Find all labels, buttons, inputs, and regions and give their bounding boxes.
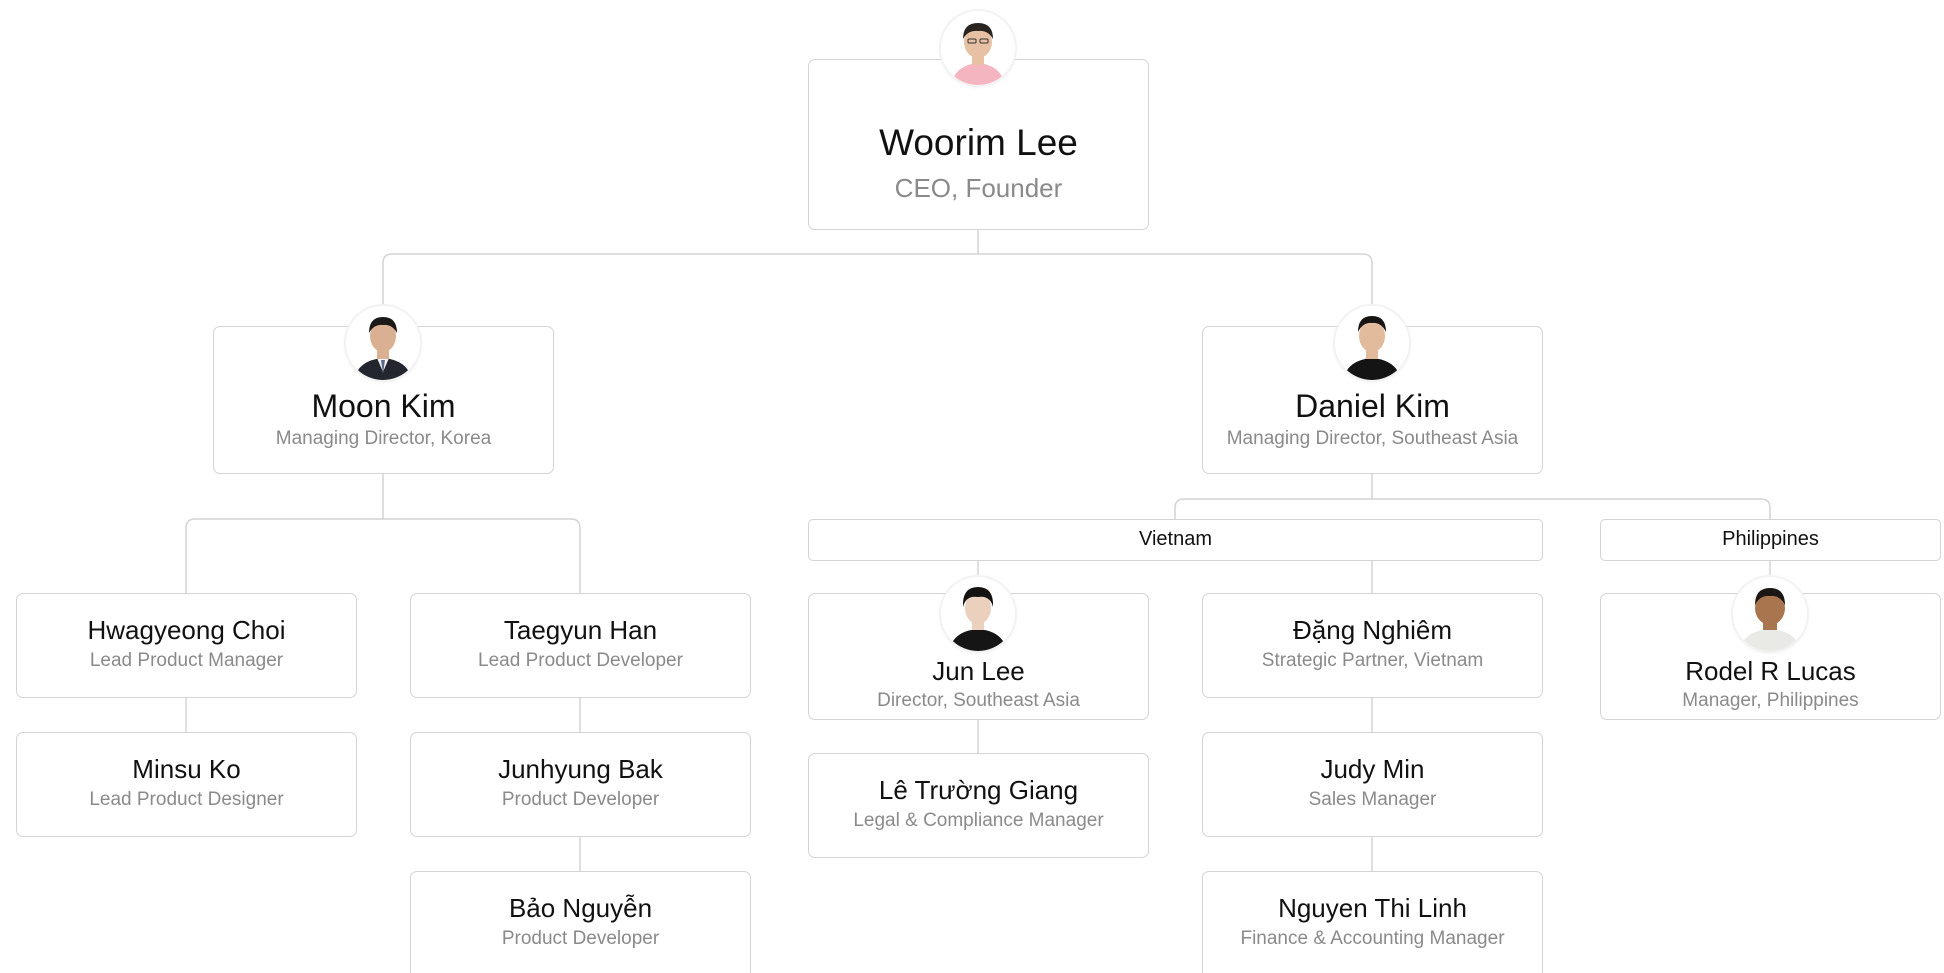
node-title: Product Developer bbox=[501, 928, 660, 949]
connector-ceo-to-directors bbox=[382, 230, 1373, 326]
node-name: Hwagyeong Choi bbox=[87, 615, 286, 645]
node-title: Legal & Compliance Manager bbox=[853, 810, 1104, 831]
node-title: Lead Product Designer bbox=[89, 789, 284, 810]
avatar-moon-kim bbox=[346, 306, 420, 380]
node-name: Jun Lee bbox=[932, 656, 1025, 686]
node-dang-nghiem[interactable]: Đặng Nghiêm Strategic Partner, Vietnam bbox=[1202, 593, 1543, 698]
avatar-rodel-r-lucas bbox=[1733, 577, 1807, 651]
avatar-jun-lee bbox=[941, 577, 1015, 651]
node-le-truong-giang[interactable]: Lê Trường Giang Legal & Compliance Manag… bbox=[808, 753, 1149, 858]
node-name: Junhyung Bak bbox=[498, 754, 663, 784]
node-title: Managing Director, Korea bbox=[275, 428, 492, 449]
node-bao-nguyen[interactable]: Bảo Nguyễn Product Developer bbox=[410, 871, 751, 973]
node-name: Daniel Kim bbox=[1295, 388, 1450, 424]
avatar-daniel-kim bbox=[1335, 306, 1409, 380]
connector-moon-to-leads bbox=[185, 474, 581, 593]
node-name: Moon Kim bbox=[311, 388, 456, 424]
node-nguyen-thi-linh[interactable]: Nguyen Thi Linh Finance & Accounting Man… bbox=[1202, 871, 1543, 973]
node-name: Judy Min bbox=[1320, 754, 1425, 784]
person-photo-icon bbox=[1733, 577, 1807, 651]
node-junhyung-bak[interactable]: Junhyung Bak Product Developer bbox=[410, 732, 751, 837]
node-name: Rodel R Lucas bbox=[1685, 656, 1856, 686]
node-title: Lead Product Manager bbox=[89, 650, 284, 671]
node-name: Lê Trường Giang bbox=[878, 775, 1079, 805]
node-title: Strategic Partner, Vietnam bbox=[1261, 650, 1484, 671]
node-judy-min[interactable]: Judy Min Sales Manager bbox=[1202, 732, 1543, 837]
node-hwagyeong-choi[interactable]: Hwagyeong Choi Lead Product Manager bbox=[16, 593, 357, 698]
person-photo-icon bbox=[346, 306, 420, 380]
node-name: Woorim Lee bbox=[879, 122, 1078, 163]
node-name: Taegyun Han bbox=[503, 615, 658, 645]
node-title: Managing Director, Southeast Asia bbox=[1226, 428, 1519, 449]
node-name: Đặng Nghiêm bbox=[1293, 615, 1452, 645]
person-photo-icon bbox=[941, 577, 1015, 651]
avatar-woorim-lee bbox=[941, 11, 1015, 85]
org-chart: Woorim Lee CEO, Founder Moon Kim Managin… bbox=[0, 0, 1944, 973]
node-title: CEO, Founder bbox=[894, 173, 1063, 203]
group-label-philippines: Philippines bbox=[1600, 519, 1941, 561]
node-title: Product Developer bbox=[501, 789, 660, 810]
node-title: Sales Manager bbox=[1308, 789, 1437, 810]
node-title: Finance & Accounting Manager bbox=[1240, 928, 1505, 949]
person-photo-icon bbox=[1335, 306, 1409, 380]
connector-daniel-to-groups bbox=[1174, 474, 1771, 519]
group-label-vietnam: Vietnam bbox=[808, 519, 1543, 561]
node-title: Director, Southeast Asia bbox=[877, 690, 1080, 711]
node-title: Lead Product Developer bbox=[478, 650, 683, 671]
node-name: Nguyen Thi Linh bbox=[1278, 893, 1467, 923]
node-minsu-ko[interactable]: Minsu Ko Lead Product Designer bbox=[16, 732, 357, 837]
node-taegyun-han[interactable]: Taegyun Han Lead Product Developer bbox=[410, 593, 751, 698]
node-name: Minsu Ko bbox=[132, 754, 241, 784]
person-photo-icon bbox=[941, 11, 1015, 85]
node-name: Bảo Nguyễn bbox=[508, 893, 653, 923]
node-title: Manager, Philippines bbox=[1682, 690, 1859, 711]
